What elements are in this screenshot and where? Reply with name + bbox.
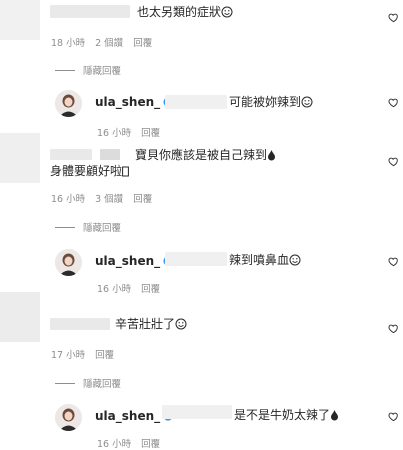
smile-emoji-icon xyxy=(289,254,301,266)
redacted-username xyxy=(50,5,130,18)
comment-meta: 17 小時 回覆 xyxy=(51,347,114,361)
comment-meta: 16 小時 3 個讚 回覆 xyxy=(51,191,152,205)
redacted-username xyxy=(50,149,92,160)
redacted-username xyxy=(50,318,110,330)
reply-meta: 16 小時 回覆 xyxy=(97,436,160,450)
comment-time: 16 小時 xyxy=(51,194,86,205)
comment-text-body: 辛苦壯壯了 xyxy=(115,317,176,331)
heart-outline-icon[interactable] xyxy=(388,411,399,422)
commenter-avatar[interactable] xyxy=(0,133,40,183)
avatar-image xyxy=(55,90,82,117)
reply-text-body: 可能被妳辣到 xyxy=(229,95,302,109)
avatar[interactable] xyxy=(55,404,82,431)
comment-text: 辛苦壯壯了 xyxy=(115,316,187,332)
reply-button[interactable]: 回覆 xyxy=(95,347,114,361)
heart-outline-icon[interactable] xyxy=(388,97,399,108)
comment-text: 也太另類的症狀 xyxy=(137,4,233,20)
divider-dash xyxy=(55,226,75,228)
comment-text-line2: 身體要顧好啦 xyxy=(50,164,123,178)
reply-button[interactable]: 回覆 xyxy=(141,281,160,295)
hide-replies-toggle[interactable]: 隱藏回覆 xyxy=(55,220,121,234)
hide-replies-toggle[interactable]: 隱藏回覆 xyxy=(55,376,121,390)
reply-button[interactable]: 回覆 xyxy=(141,125,160,139)
avatar[interactable] xyxy=(55,249,82,276)
empty-box-glyph-icon xyxy=(122,166,129,177)
smile-emoji-icon xyxy=(221,6,233,18)
comment-time: 17 小時 xyxy=(51,350,86,361)
reply-text-body: 辣到噴鼻血 xyxy=(229,253,290,267)
comment-text: 身體要顧好啦 xyxy=(50,163,129,179)
smile-emoji-icon xyxy=(175,318,187,330)
reply-meta: 16 小時 回覆 xyxy=(97,125,160,139)
comment-text: 寶貝你應該是被自己辣到 xyxy=(135,147,276,163)
likes-count[interactable]: 2 個讚 xyxy=(95,35,123,49)
reply-text: 是不是牛奶太辣了 xyxy=(234,407,339,423)
comment-time: 18 小時 xyxy=(51,38,86,49)
heart-outline-icon[interactable] xyxy=(388,323,399,334)
reply-text: 辣到噴鼻血 xyxy=(229,252,301,268)
hide-replies-label: 隱藏回覆 xyxy=(83,66,122,77)
drop-emoji-icon xyxy=(331,410,339,421)
reply-button[interactable]: 回覆 xyxy=(133,191,152,205)
redacted-mention xyxy=(165,95,227,109)
comment-text-line1: 寶貝你應該是被自己辣到 xyxy=(135,148,268,162)
smile-emoji-icon xyxy=(301,96,313,108)
avatar-image xyxy=(55,249,82,276)
heart-outline-icon[interactable] xyxy=(388,256,399,267)
commenter-avatar[interactable] xyxy=(0,0,40,40)
reply-text: 可能被妳辣到 xyxy=(229,94,313,110)
hide-replies-label: 隱藏回覆 xyxy=(83,379,122,390)
redacted-mention xyxy=(165,252,227,266)
redacted-username xyxy=(100,149,120,160)
reply-username[interactable]: ula_shen_ xyxy=(95,95,173,109)
heart-outline-icon[interactable] xyxy=(388,156,399,167)
redacted-mention xyxy=(162,405,232,419)
avatar-image xyxy=(55,404,82,431)
reply-text-body: 是不是牛奶太辣了 xyxy=(234,408,331,422)
commenter-avatar[interactable] xyxy=(0,292,40,342)
likes-count[interactable]: 3 個讚 xyxy=(95,191,123,205)
comment-meta: 18 小時 2 個讚 回覆 xyxy=(51,35,152,49)
avatar[interactable] xyxy=(55,90,82,117)
username-text: ula_shen_ xyxy=(95,409,161,423)
heart-outline-icon[interactable] xyxy=(388,12,399,23)
divider-dash xyxy=(55,382,75,384)
reply-meta: 16 小時 回覆 xyxy=(97,281,160,295)
divider-dash xyxy=(55,69,75,71)
username-text: ula_shen_ xyxy=(95,254,161,268)
reply-time: 16 小時 xyxy=(97,439,132,450)
reply-button[interactable]: 回覆 xyxy=(133,35,152,49)
reply-button[interactable]: 回覆 xyxy=(141,436,160,450)
reply-username[interactable]: ula_shen_ xyxy=(95,254,173,268)
hide-replies-toggle[interactable]: 隱藏回覆 xyxy=(55,63,121,77)
comment-text-body: 也太另類的症狀 xyxy=(137,5,222,19)
username-text: ula_shen_ xyxy=(95,95,161,109)
reply-time: 16 小時 xyxy=(97,284,132,295)
reply-time: 16 小時 xyxy=(97,128,132,139)
hide-replies-label: 隱藏回覆 xyxy=(83,223,122,234)
drop-emoji-icon xyxy=(268,150,276,161)
